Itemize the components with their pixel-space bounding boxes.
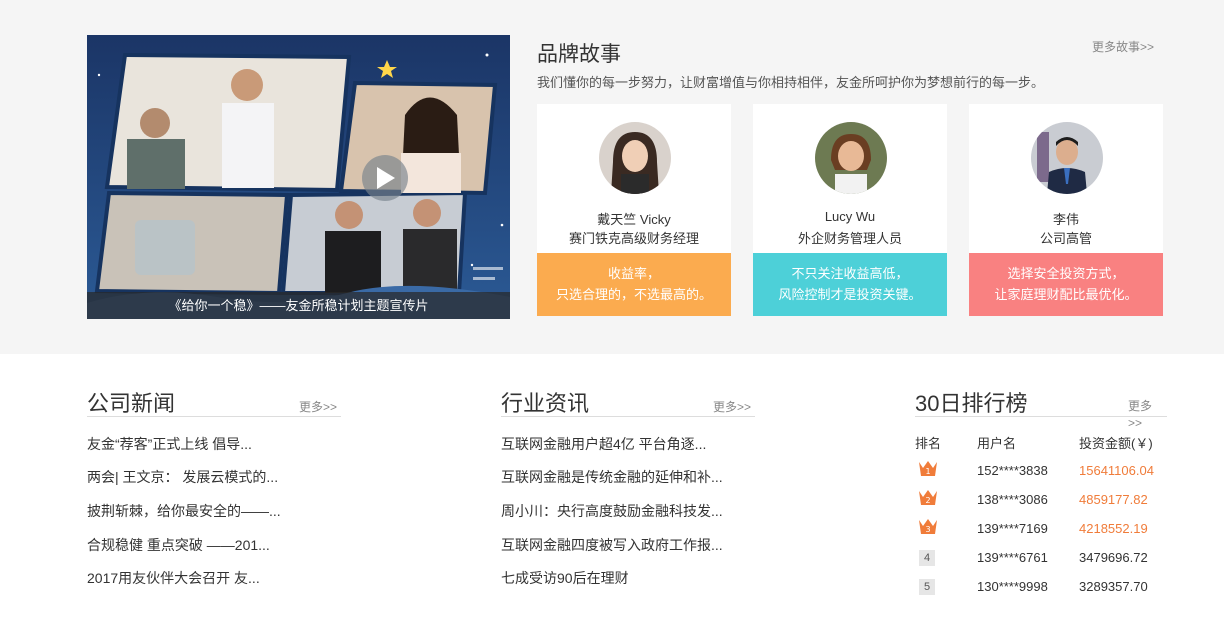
gold-medal-icon: 1 [919, 461, 937, 476]
ranking-more-link[interactable]: 更多>> [1128, 398, 1156, 432]
rank-amount: 4859177.82 [1079, 492, 1148, 507]
video-caption: 《给你一个稳》——友金所稳计划主题宣传片 [87, 292, 510, 319]
person-name: 李伟 [1052, 212, 1079, 227]
play-icon[interactable] [362, 155, 408, 201]
user-column-header: 用户名 [977, 436, 1017, 451]
brand-story-description: 我们懂你的每一步努力，让财富增值与你相持相伴，友金所呵护你为梦想前行的每一步。 [537, 75, 1045, 90]
list-item[interactable]: 互联网金融是传统金融的延伸和补... [501, 467, 723, 487]
divider [87, 416, 341, 417]
testimonial-card[interactable]: 戴天竺 Vicky 赛门铁克高级财务经理 收益率， 只选合理的，不选最高的。 [537, 104, 731, 316]
rank-user: 130****9998 [977, 579, 1048, 594]
industry-news-title: 行业资讯 [501, 391, 590, 416]
company-news-more-link[interactable]: 更多>> [299, 398, 337, 415]
svg-text:1: 1 [925, 467, 930, 476]
testimonial-quote: 收益率， 只选合理的，不选最高的。 [537, 253, 731, 316]
list-item[interactable]: 披荆斩棘，给你最安全的——... [87, 501, 281, 521]
promo-video[interactable]: 《给你一个稳》——友金所稳计划主题宣传片 [87, 35, 510, 319]
testimonial-card[interactable]: 李伟 公司高管 选择安全投资方式， 让家庭理财配比最优化。 [969, 104, 1163, 316]
ranking-title: 30日排行榜 [915, 391, 1028, 416]
divider [915, 416, 1167, 417]
testimonial-quote: 选择安全投资方式， 让家庭理财配比最优化。 [969, 253, 1163, 316]
rank-amount: 15641106.04 [1079, 463, 1154, 478]
testimonial-quote: 不只关注收益高低， 风险控制才是投资关键。 [753, 253, 947, 316]
rank-number: 4 [919, 550, 935, 566]
quote-line: 让家庭理财配比最优化。 [994, 287, 1138, 302]
person-name: Lucy Wu [824, 209, 876, 224]
list-item[interactable]: 2017用友伙伴大会召开 友... [87, 568, 260, 588]
list-item[interactable]: 互联网金融用户超4亿 平台角逐... [501, 434, 706, 454]
rank-user: 139****6761 [977, 550, 1048, 565]
brand-story-title: 品牌故事 [537, 43, 621, 66]
list-item[interactable]: 周小川：央行高度鼓励金融科技发... [501, 501, 723, 521]
list-item[interactable]: 七成受访90后在理财 [501, 568, 629, 588]
rank-amount: 4218552.19 [1079, 521, 1148, 536]
list-item[interactable]: 合规稳健 重点突破 ——201... [87, 535, 270, 555]
divider [501, 416, 755, 417]
bronze-medal-icon: 3 [919, 519, 937, 534]
rank-user: 139****7169 [977, 521, 1048, 536]
person-role: 赛门铁克高级财务经理 [568, 231, 699, 246]
video-thumbnail [87, 35, 510, 319]
quote-line: 风险控制才是投资关键。 [778, 287, 922, 302]
person-role: 公司高管 [1039, 231, 1092, 246]
person-name: 戴天竺 Vicky [597, 212, 671, 227]
quote-line: 只选合理的，不选最高的。 [555, 287, 712, 302]
list-item[interactable]: 友金“荐客”正式上线 倡导... [87, 434, 252, 454]
rank-column-header: 排名 [915, 436, 942, 451]
silver-medal-icon: 2 [919, 490, 937, 505]
quote-line: 不只关注收益高低， [791, 266, 909, 281]
rank-user: 138****3086 [977, 492, 1048, 507]
svg-text:2: 2 [925, 496, 930, 505]
industry-news-more-link[interactable]: 更多>> [713, 398, 751, 415]
rank-amount: 3479696.72 [1079, 550, 1148, 565]
svg-text:3: 3 [925, 525, 930, 534]
list-item[interactable]: 互联网金融四度被写入政府工作报... [501, 535, 723, 555]
avatar [815, 122, 887, 194]
quote-line: 选择安全投资方式， [1007, 266, 1125, 281]
list-item[interactable]: 两会| 王文京： 发展云模式的... [87, 467, 278, 487]
company-news-title: 公司新闻 [87, 391, 176, 416]
quote-line: 收益率， [607, 266, 660, 281]
avatar [599, 122, 671, 194]
avatar [1031, 122, 1103, 194]
rank-user: 152****3838 [977, 463, 1048, 478]
rank-number: 5 [919, 579, 935, 595]
amount-column-header: 投资金额(￥) [1079, 436, 1153, 451]
more-stories-link[interactable]: 更多故事>> [1092, 38, 1154, 55]
rank-amount: 3289357.70 [1079, 579, 1148, 594]
person-role: 外企财务管理人员 [797, 231, 902, 246]
testimonial-card[interactable]: Lucy Wu 外企财务管理人员 不只关注收益高低， 风险控制才是投资关键。 [753, 104, 947, 316]
